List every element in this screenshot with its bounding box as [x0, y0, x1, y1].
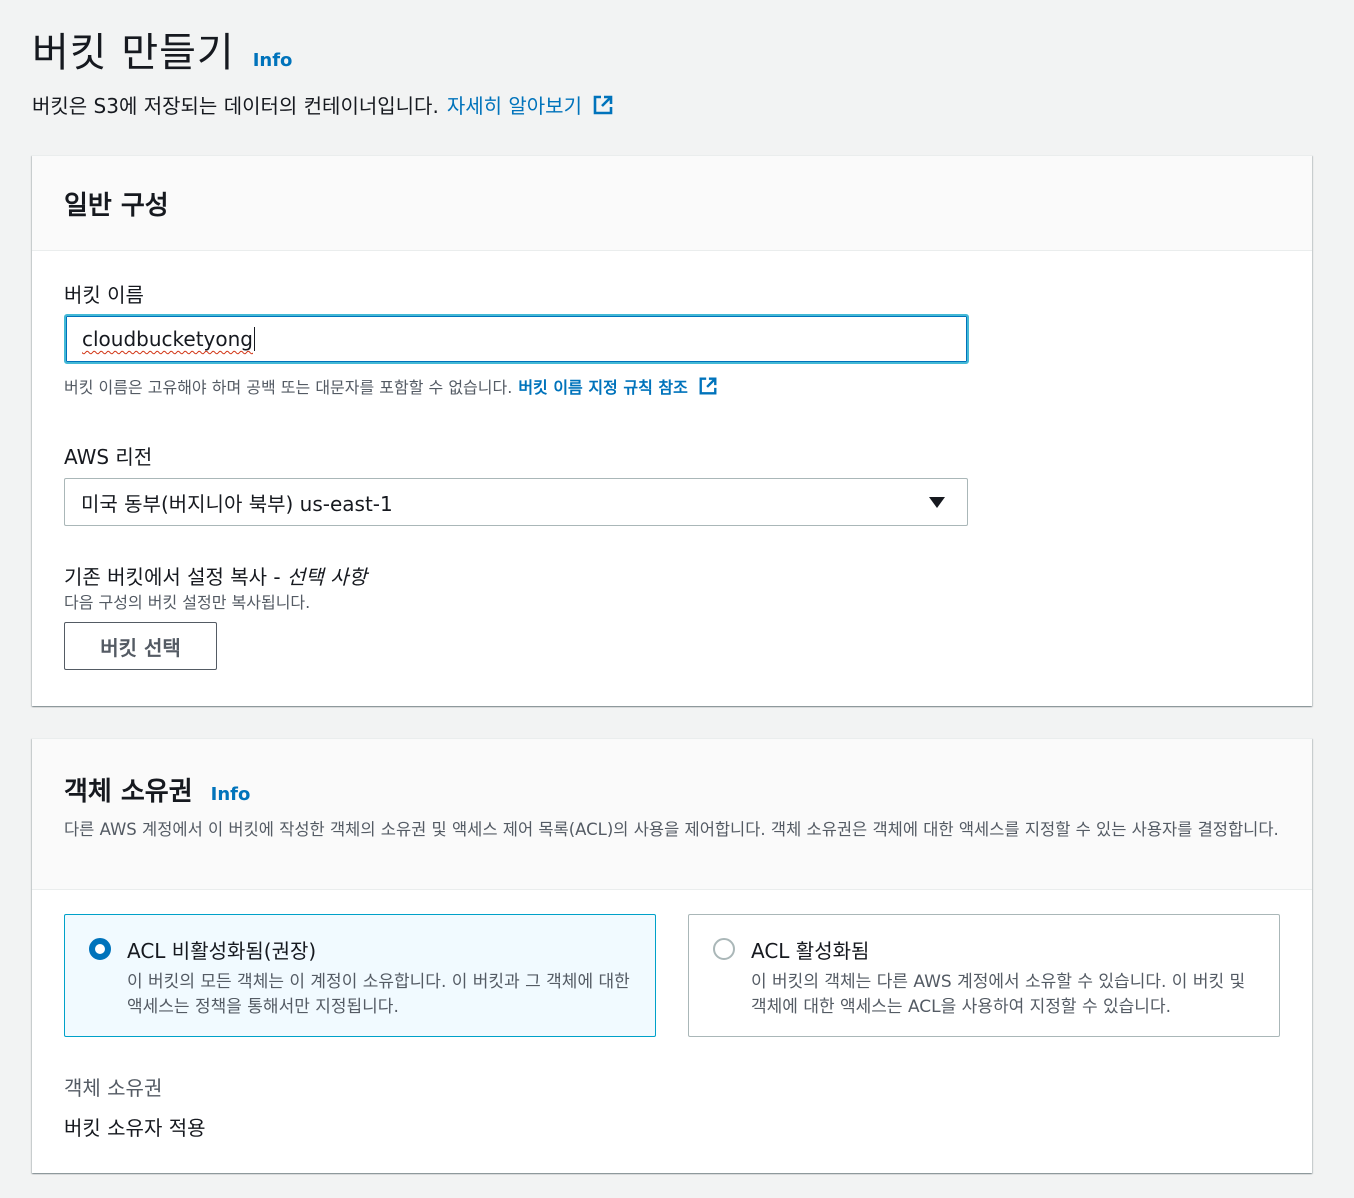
- acl-enabled-description: 이 버킷의 객체는 다른 AWS 계정에서 소유할 수 있습니다. 이 버킷 및…: [751, 972, 1246, 1017]
- page-header: 버킷 만들기 Info 버킷은 S3에 저장되는 데이터의 컨테이너입니다. 자…: [32, 20, 614, 119]
- object-ownership-value: 버킷 소유자 적용: [64, 1116, 206, 1140]
- acl-disabled-description: 이 버킷의 모든 객체는 이 계정이 소유합니다. 이 버킷과 그 객체에 대한…: [127, 972, 630, 1017]
- external-link-icon[interactable]: [592, 94, 614, 116]
- page-description-text: 버킷은 S3에 저장되는 데이터의 컨테이너입니다.: [32, 94, 439, 118]
- object-ownership-label: 객체 소유권: [64, 1076, 163, 1100]
- copy-settings-label-text: 기존 버킷에서 설정 복사 -: [64, 565, 281, 589]
- object-ownership-panel: 객체 소유권 Info 다른 AWS 계정에서 이 버킷에 작성한 객체의 소유…: [32, 738, 1312, 1173]
- general-config-title: 일반 구성: [64, 190, 169, 221]
- learn-more-link[interactable]: 자세히 알아보기: [447, 90, 582, 119]
- bucket-name-label: 버킷 이름: [64, 283, 144, 307]
- page-title: 버킷 만들기: [32, 30, 235, 76]
- general-config-header: 일반 구성: [32, 156, 1312, 251]
- region-select[interactable]: 미국 동부(버지니아 북부) us-east-1: [64, 478, 968, 526]
- general-config-panel: 일반 구성 버킷 이름 cloudbucketyong 버킷 이름은 고유해야 …: [32, 155, 1312, 706]
- object-ownership-description: 다른 AWS 계정에서 이 버킷에 작성한 객체의 소유권 및 액세스 제어 목…: [64, 820, 1279, 839]
- acl-disabled-option[interactable]: ACL 비활성화됨(권장) 이 버킷의 모든 객체는 이 계정이 소유합니다. …: [64, 914, 656, 1037]
- acl-disabled-title: ACL 비활성화됨(권장): [127, 939, 317, 963]
- acl-enabled-option[interactable]: ACL 활성화됨 이 버킷의 객체는 다른 AWS 계정에서 소유할 수 있습니…: [688, 914, 1280, 1037]
- caret-down-icon: [929, 496, 945, 508]
- acl-disabled-radio[interactable]: [89, 938, 111, 960]
- optional-tag: 선택 사항: [287, 565, 367, 589]
- info-link[interactable]: Info: [253, 50, 293, 71]
- copy-settings-hint: 다음 구성의 버킷 설정만 복사됩니다.: [64, 593, 311, 612]
- external-link-icon[interactable]: [698, 376, 718, 396]
- acl-enabled-title: ACL 활성화됨: [751, 939, 870, 963]
- copy-settings-label: 기존 버킷에서 설정 복사 - 선택 사항: [64, 561, 367, 590]
- ownership-info-link[interactable]: Info: [211, 784, 251, 805]
- region-label: AWS 리전: [64, 445, 153, 469]
- bucket-name-hint: 버킷 이름은 고유해야 하며 공백 또는 대문자를 포함할 수 없습니다.: [64, 378, 513, 397]
- object-ownership-header: 객체 소유권 Info 다른 AWS 계정에서 이 버킷에 작성한 객체의 소유…: [32, 739, 1312, 890]
- bucket-name-value: cloudbucketyong: [82, 327, 253, 351]
- choose-bucket-button[interactable]: 버킷 선택: [64, 622, 217, 670]
- object-ownership-title: 객체 소유권: [64, 777, 193, 807]
- bucket-naming-rules-link[interactable]: 버킷 이름 지정 규칙 참조: [518, 374, 687, 398]
- acl-enabled-radio[interactable]: [713, 938, 735, 960]
- bucket-name-hint-row: 버킷 이름은 고유해야 하며 공백 또는 대문자를 포함할 수 없습니다. 버킷…: [64, 374, 718, 398]
- bucket-name-input[interactable]: cloudbucketyong: [64, 314, 969, 364]
- region-selected-value: 미국 동부(버지니아 북부) us-east-1: [81, 491, 393, 516]
- page-description: 버킷은 S3에 저장되는 데이터의 컨테이너입니다. 자세히 알아보기: [32, 90, 614, 119]
- text-caret: [254, 327, 255, 351]
